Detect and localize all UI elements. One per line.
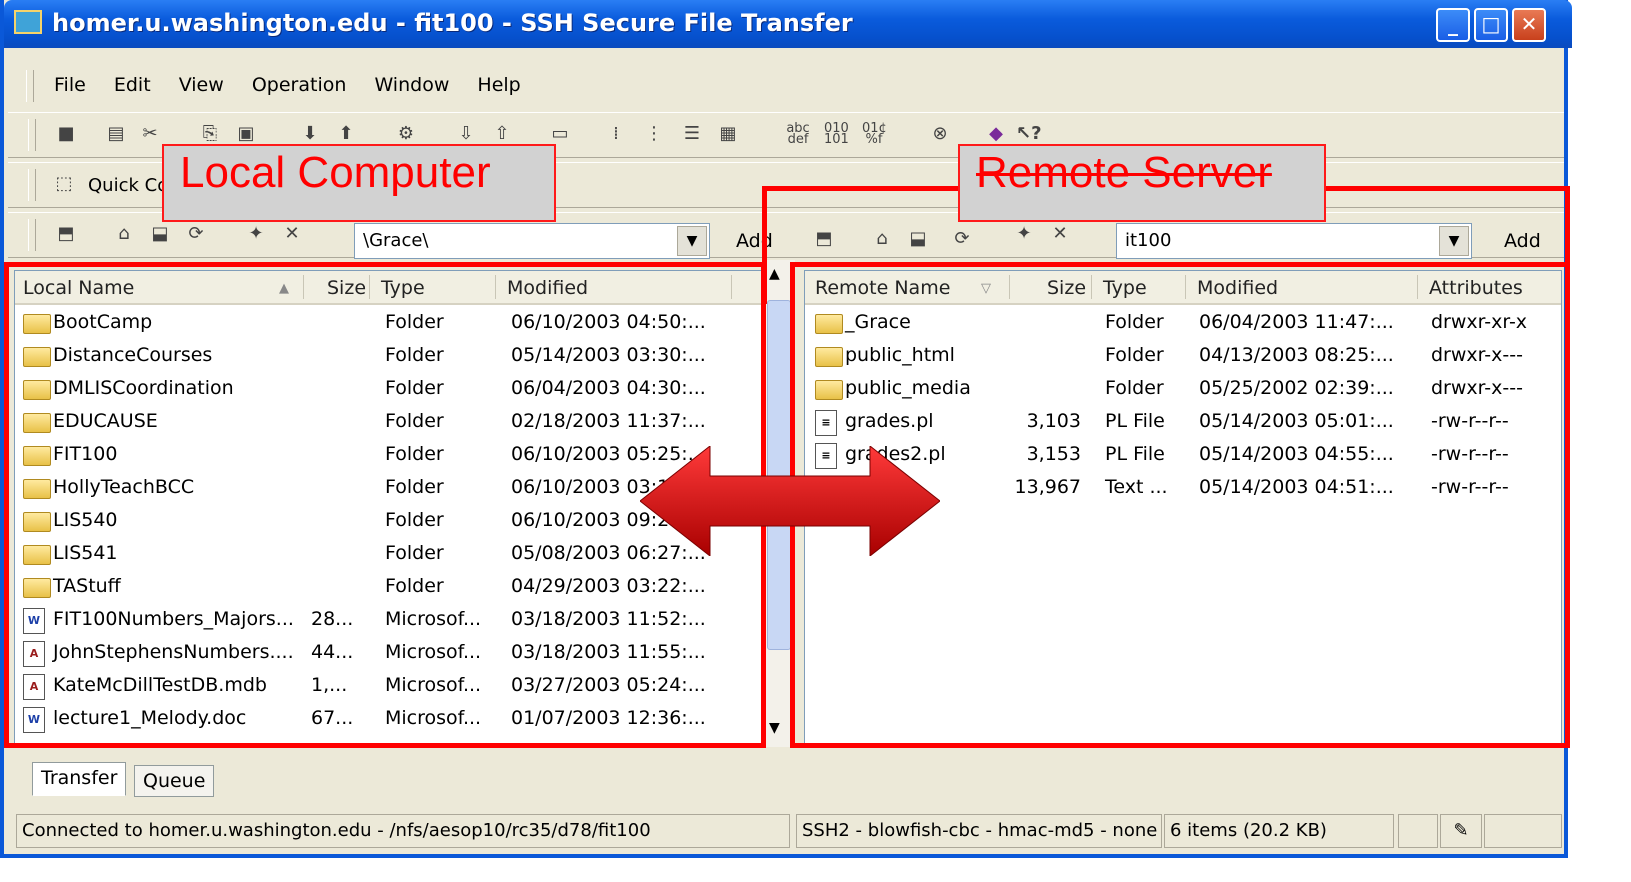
status-empty-cell <box>1398 814 1438 848</box>
transfer-double-arrow-icon <box>640 446 940 556</box>
local-path-dropdown-icon[interactable]: ▼ <box>677 226 707 256</box>
tab-transfer[interactable]: Transfer <box>32 762 127 796</box>
local-path-combo[interactable]: \Grace\ ▼ <box>354 223 710 259</box>
status-items: 6 items (20.2 KB) <box>1164 814 1394 848</box>
arrow-down-icon[interactable]: ⇩ <box>454 123 478 145</box>
status-connection: Connected to homer.u.washington.edu - /n… <box>16 814 790 848</box>
menu-view[interactable]: View <box>179 74 224 96</box>
remote-server-label: Remote Server <box>958 144 1326 222</box>
disconnect-icon[interactable]: ✂ <box>138 123 162 145</box>
local-path-text: \Grace\ <box>363 230 429 251</box>
local-computer-label: Local Computer <box>162 144 556 222</box>
resize-grip[interactable] <box>1484 814 1562 848</box>
binary-mode-icon[interactable]: 010 101 <box>824 122 849 146</box>
window-icon[interactable]: ▭ <box>548 123 572 145</box>
toolbar-grip[interactable] <box>28 119 36 151</box>
print-icon[interactable]: ▤ <box>104 123 128 145</box>
local-up-folder-icon[interactable]: ⬒ <box>54 223 78 245</box>
maximize-button[interactable]: □ <box>1474 8 1508 42</box>
menu-operation[interactable]: Operation <box>252 74 347 96</box>
quick-connect-button[interactable]: Quick Co <box>88 175 168 196</box>
local-parent-folder-icon[interactable]: ⬓ <box>148 223 172 245</box>
local-new-folder-icon[interactable]: ✦ <box>244 223 268 245</box>
help-book-icon[interactable]: ◆ <box>984 123 1008 145</box>
ascii-mode-icon[interactable]: abc def <box>786 122 810 146</box>
close-button[interactable]: ✕ <box>1512 8 1546 42</box>
download-icon[interactable]: ⬇ <box>298 123 322 145</box>
copy-icon[interactable]: ⎘ <box>198 123 222 145</box>
tab-queue[interactable]: Queue <box>134 765 215 797</box>
paste-icon[interactable]: ▣ <box>234 123 258 145</box>
stop-icon[interactable]: ⊗ <box>928 123 952 145</box>
menu-help[interactable]: Help <box>477 74 520 96</box>
quick-connect-icon[interactable]: ⬚ <box>52 173 76 195</box>
app-icon <box>14 10 42 34</box>
quick-connect-grip[interactable] <box>28 169 36 201</box>
menu-bar: File Edit View Operation Window Help <box>8 70 1564 106</box>
save-icon[interactable]: ■ <box>54 123 78 145</box>
local-refresh-icon[interactable]: ⟳ <box>184 223 208 245</box>
list-view-icon[interactable]: ☰ <box>680 123 704 145</box>
local-delete-icon[interactable]: ✕ <box>280 223 304 245</box>
local-address-grip[interactable] <box>28 219 36 251</box>
context-help-icon[interactable]: ↖? <box>1016 123 1042 145</box>
menu-edit[interactable]: Edit <box>114 74 151 96</box>
small-icons-icon[interactable]: ⋮ <box>642 123 666 145</box>
status-transfer-icon: ✎ <box>1440 814 1482 848</box>
arrow-up-icon[interactable]: ⇧ <box>490 123 514 145</box>
auto-mode-icon[interactable]: 01¢ %f <box>862 122 887 146</box>
local-home-icon[interactable]: ⌂ <box>112 223 136 245</box>
settings-icon[interactable]: ⚙ <box>394 123 418 145</box>
large-icons-icon[interactable]: ⁞ <box>604 123 628 145</box>
status-cipher: SSH2 - blowfish-cbc - hmac-md5 - none <box>796 814 1162 848</box>
menu-window[interactable]: Window <box>374 74 449 96</box>
details-view-icon[interactable]: ▦ <box>716 123 740 145</box>
window-title: homer.u.washington.edu - fit100 - SSH Se… <box>52 9 853 37</box>
menu-grip[interactable] <box>26 70 34 102</box>
scroll-down-icon[interactable]: ▼ <box>769 720 780 736</box>
upload-icon[interactable]: ⬆ <box>334 123 358 145</box>
title-bar[interactable]: homer.u.washington.edu - fit100 - SSH Se… <box>4 0 1572 48</box>
minimize-button[interactable]: _ <box>1436 8 1470 42</box>
menu-file[interactable]: File <box>54 74 86 96</box>
